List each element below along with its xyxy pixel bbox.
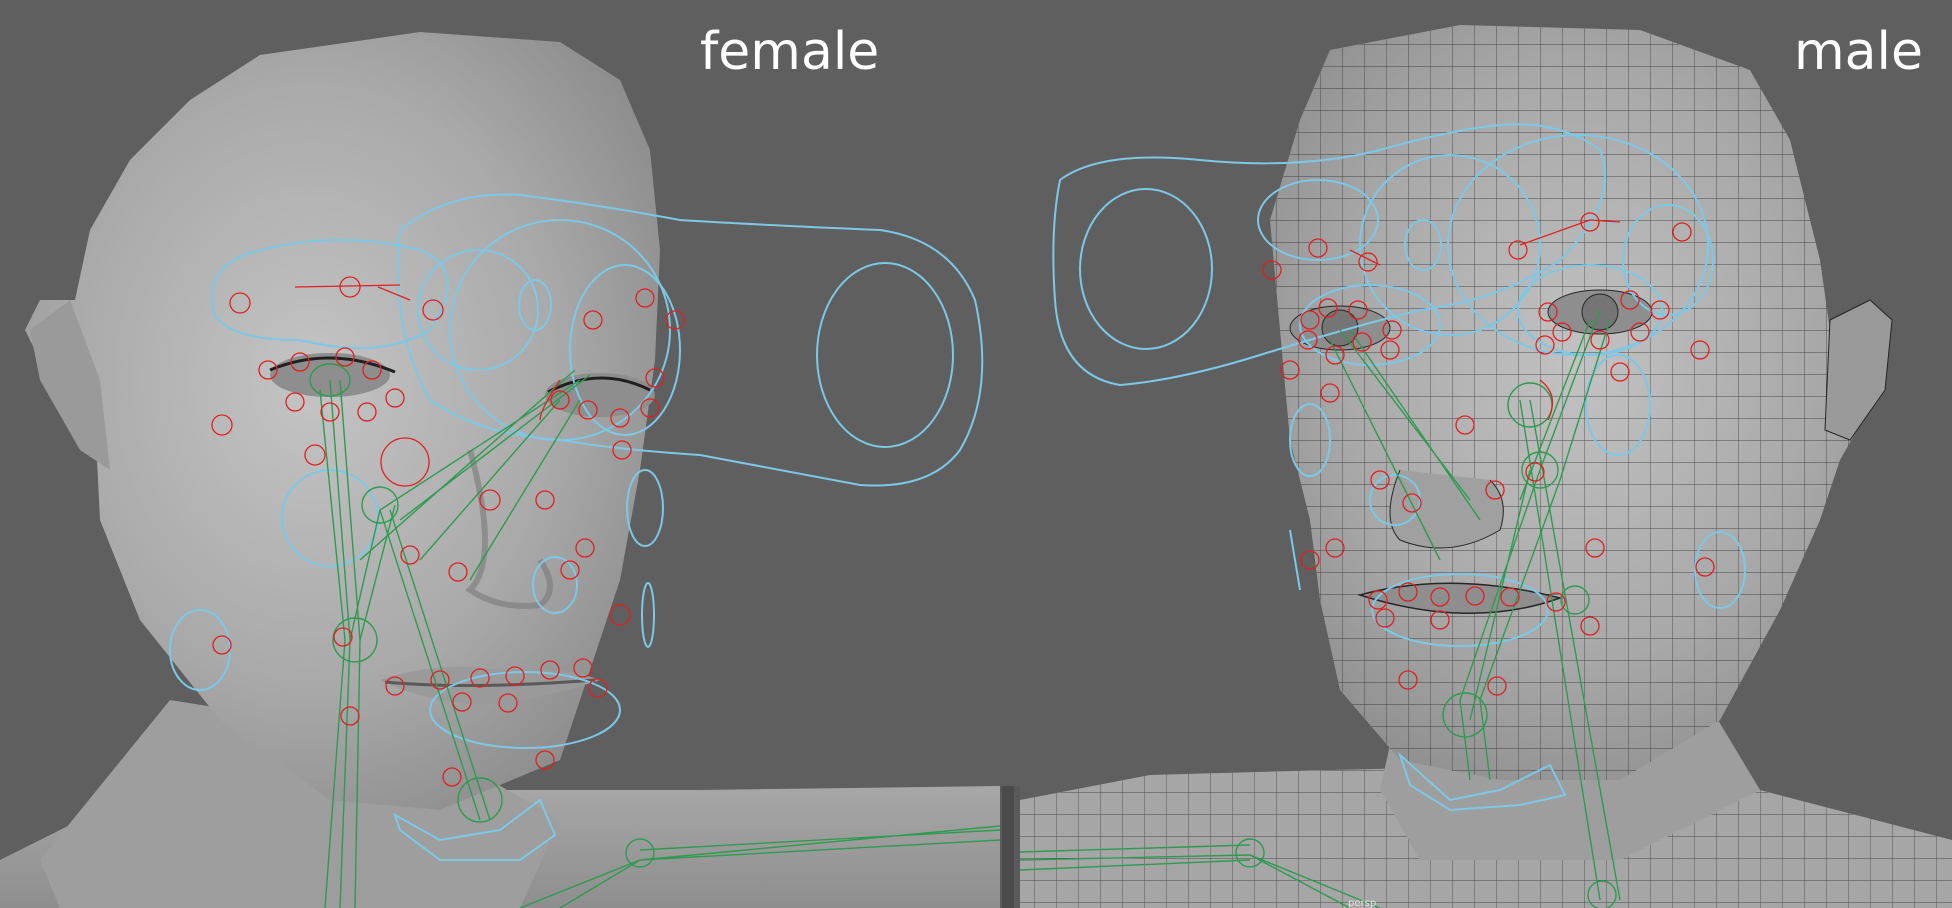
camera-label: persp xyxy=(1348,898,1377,908)
female-render xyxy=(0,32,1000,908)
viewport[interactable]: female male persp xyxy=(0,0,1952,908)
female-label: female xyxy=(700,22,880,82)
panel-divider-handle[interactable] xyxy=(1002,786,1014,908)
male-ear xyxy=(1824,299,1893,441)
male-label: male xyxy=(1794,22,1923,82)
viewport-panel-male[interactable]: male xyxy=(1020,0,1952,908)
male-render xyxy=(1020,25,1952,908)
viewport-panel-female[interactable]: female xyxy=(0,0,1000,908)
